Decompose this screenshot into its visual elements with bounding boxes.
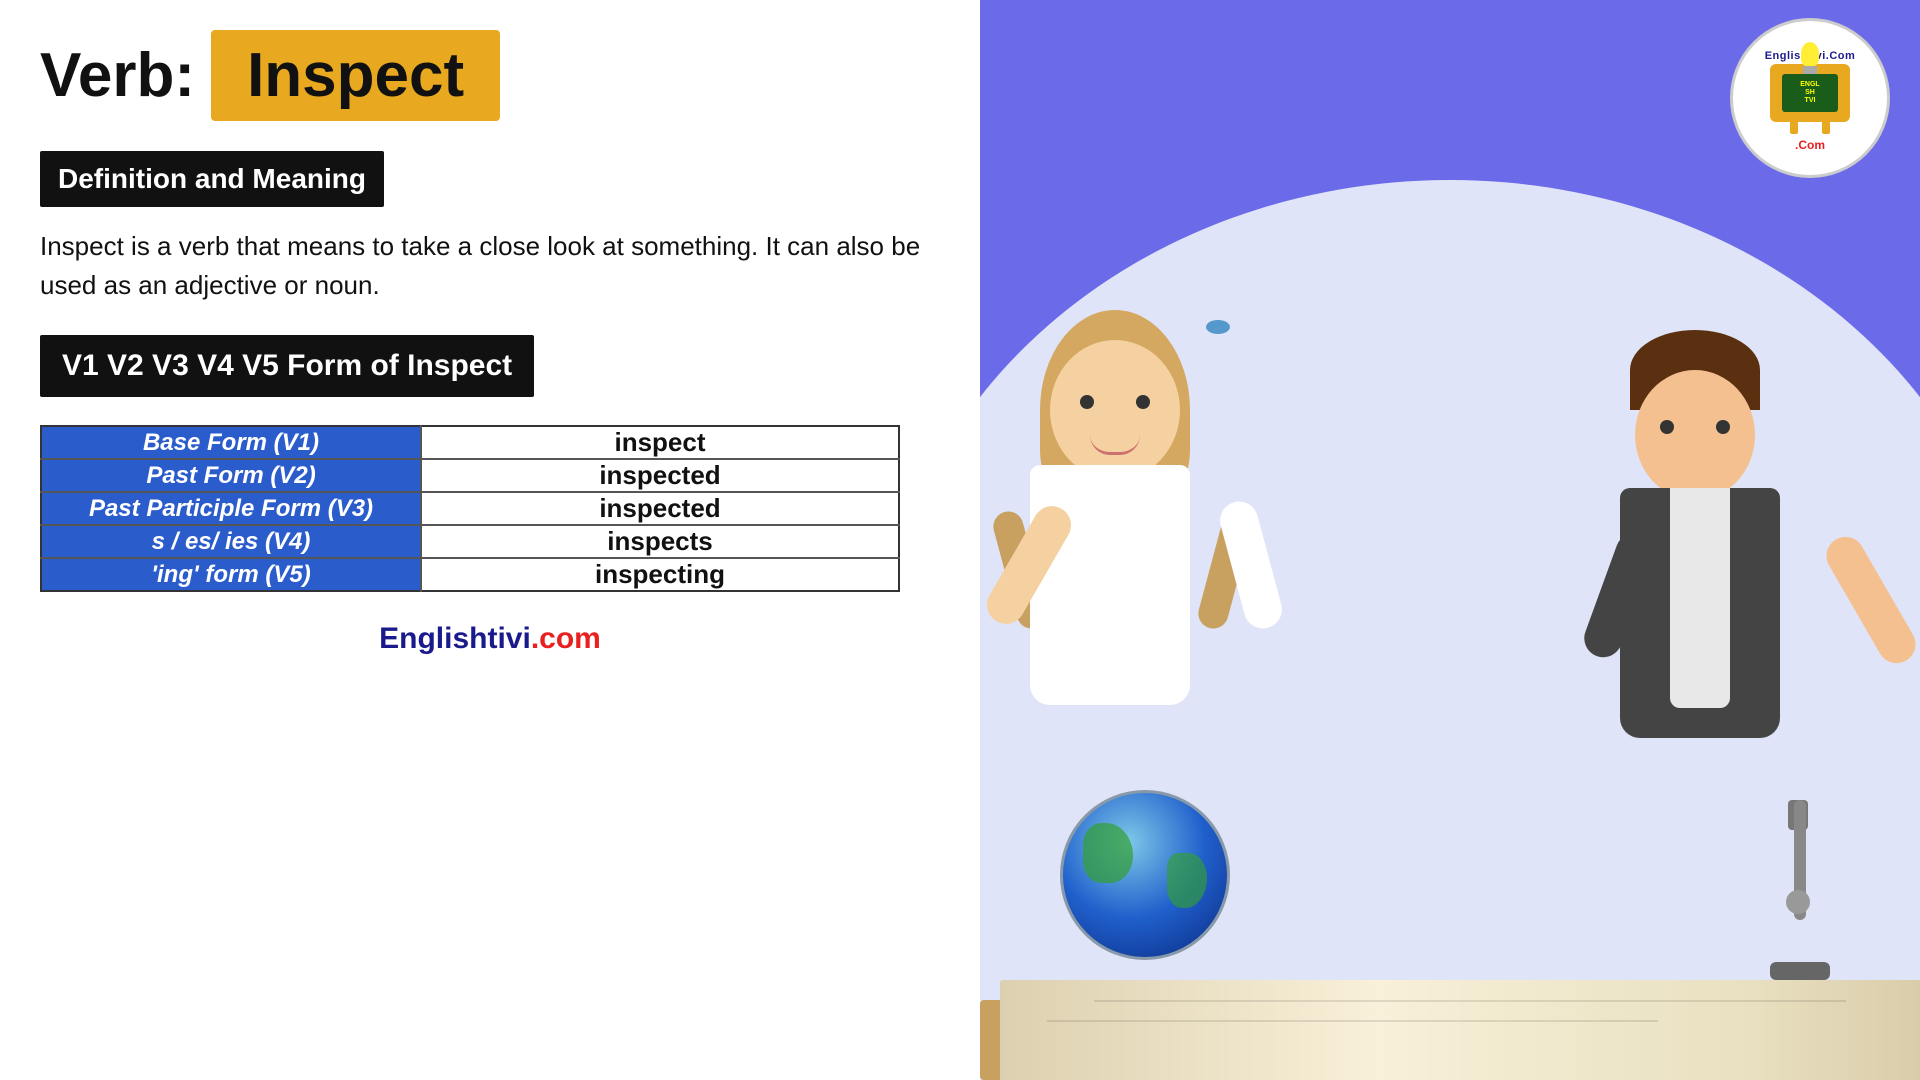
verb-title-text: Inspect [247, 41, 464, 110]
table-cell-label: Past Participle Form (V3) [41, 492, 421, 525]
brand-blue-text: Englishtivi [379, 622, 531, 655]
definition-heading-box: Definition and Meaning [40, 151, 384, 207]
table-row: Past Participle Form (V3) inspected [41, 492, 899, 525]
brand-red-text: .com [531, 622, 601, 655]
table-row: Base Form (V1) inspect [41, 426, 899, 459]
girl-face [1050, 340, 1180, 480]
left-panel: Verb: Inspect Definition and Meaning Ins… [0, 0, 980, 1080]
table-row: 'ing' form (V5) inspecting [41, 558, 899, 591]
table-cell-value: inspected [421, 459, 899, 492]
logo-bulb [1801, 42, 1819, 74]
footer-brand: Englishtivi.com [40, 622, 940, 656]
boy-eye-left [1660, 420, 1674, 434]
boy-eye-right [1716, 420, 1730, 434]
table-cell-label: Past Form (V2) [41, 459, 421, 492]
girl-body [1030, 465, 1190, 705]
table-cell-value: inspected [421, 492, 899, 525]
logo-tv-body: ENGLSHTVI [1770, 64, 1850, 122]
boy-figure [1580, 330, 1900, 1030]
forms-heading-text: V1 V2 V3 V4 V5 Form of Inspect [62, 349, 512, 382]
logo-leg-left [1790, 120, 1798, 134]
logo-circle: Englishtivi.Com ENGLSHTVI .Com [1730, 18, 1890, 178]
verb-header: Verb: Inspect [40, 30, 940, 121]
table-cell-label: s / es/ ies (V4) [41, 525, 421, 558]
girl-eye-left [1080, 395, 1094, 409]
girl-figure [1010, 310, 1290, 1030]
table-cell-value: inspects [421, 525, 899, 558]
definition-body: Inspect is a verb that means to take a c… [40, 227, 940, 305]
table-row: Past Form (V2) inspected [41, 459, 899, 492]
definition-heading-text: Definition and Meaning [58, 163, 366, 194]
logo-tv-screen: ENGLSHTVI [1782, 74, 1838, 112]
forms-heading-box: V1 V2 V3 V4 V5 Form of Inspect [40, 335, 534, 397]
table-cell-value: inspect [421, 426, 899, 459]
logo-leg-right [1822, 120, 1830, 134]
girl-mouth [1090, 435, 1140, 455]
table-cell-label: Base Form (V1) [41, 426, 421, 459]
logo-bottom-text: .Com [1795, 138, 1825, 152]
girl-eye-right [1136, 395, 1150, 409]
girl-bow [1206, 320, 1230, 334]
verb-forms-table: Base Form (V1) inspect Past Form (V2) in… [40, 425, 900, 592]
table-row: s / es/ ies (V4) inspects [41, 525, 899, 558]
right-panel: Englishtivi.Com ENGLSHTVI .Com [980, 0, 1920, 1080]
boy-face [1635, 370, 1755, 500]
verb-title-box: Inspect [211, 30, 500, 121]
boy-shirt [1670, 488, 1730, 708]
table-cell-value: inspecting [421, 558, 899, 591]
boy-body [1620, 488, 1780, 738]
logo-screen-text: ENGLSHTVI [1800, 81, 1819, 104]
verb-prefix-label: Verb: [40, 40, 195, 111]
table-cell-label: 'ing' form (V5) [41, 558, 421, 591]
